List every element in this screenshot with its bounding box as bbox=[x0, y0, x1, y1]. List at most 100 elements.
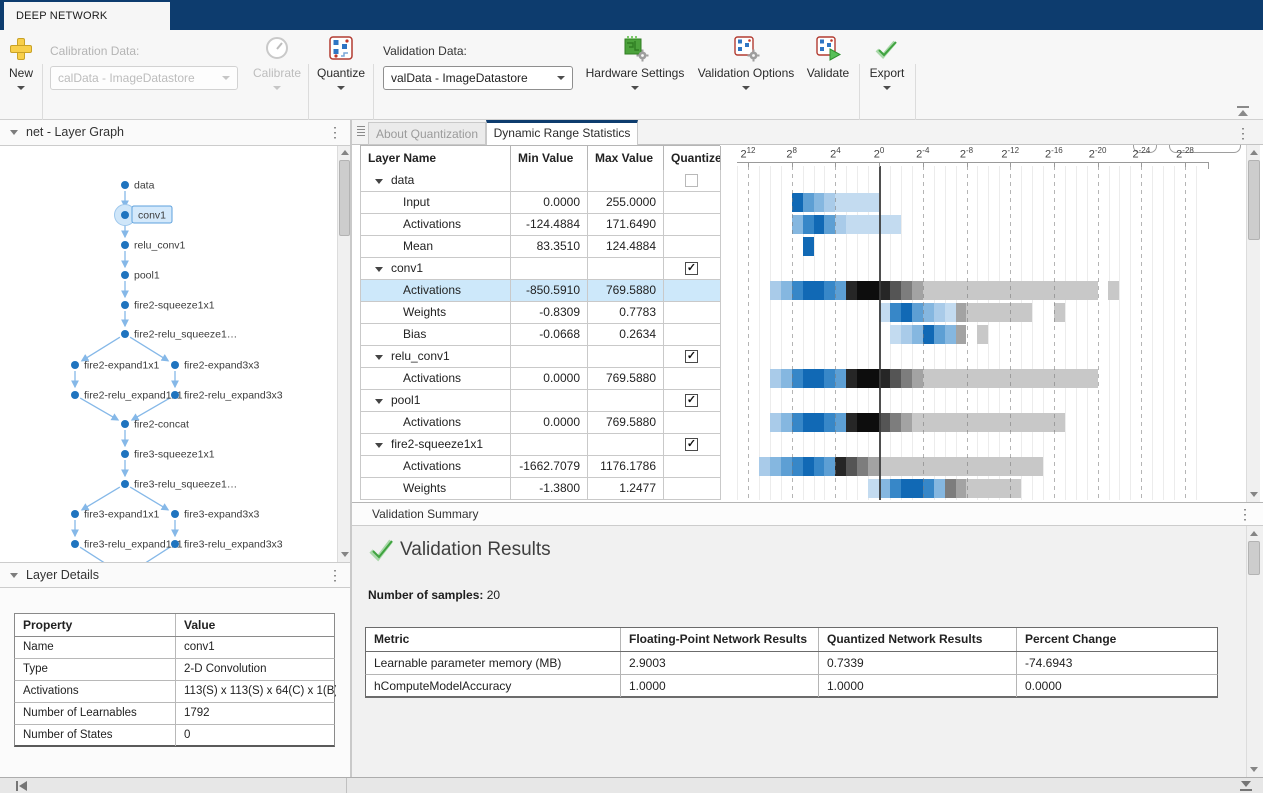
dynamic-range-statistics-panel: Layer NameMin ValueMax ValueQuantizedata… bbox=[352, 145, 1263, 502]
layer-graph-scrollbar[interactable] bbox=[337, 146, 350, 562]
histogram-bar-segment bbox=[857, 281, 868, 300]
calibration-data-combobox[interactable]: calData - ImageDatastore bbox=[50, 66, 238, 90]
tab-deep-network-quantizer[interactable]: DEEP NETWORK QUANTIZER bbox=[4, 2, 170, 30]
scrollbar-thumb[interactable] bbox=[339, 160, 350, 236]
validation-summary-content: Validation Results Number of samples: 20… bbox=[352, 526, 1263, 777]
histogram-bar-segment bbox=[814, 215, 825, 234]
panel-menu-icon[interactable]: ⋮ bbox=[1236, 126, 1250, 140]
validation-options-button[interactable]: Validation Options bbox=[691, 36, 801, 100]
histogram-scrollbar[interactable] bbox=[1246, 145, 1260, 502]
collapse-down-icon[interactable] bbox=[1240, 781, 1252, 791]
validation-results-heading: Validation Results bbox=[400, 539, 551, 561]
histogram-bar-segment bbox=[879, 281, 890, 300]
graph-node-fire2-relu-expand3x3[interactable]: fire2-relu_expand3x3 bbox=[171, 390, 283, 402]
new-button[interactable]: New bbox=[2, 36, 40, 100]
histogram-bar-segment bbox=[824, 457, 835, 476]
chevron-down-icon bbox=[883, 86, 891, 90]
graph-node-fire3-expand1x1[interactable]: fire3-expand1x1 bbox=[71, 509, 159, 521]
validation-header-floating-point-network-results: Floating-Point Network Results bbox=[621, 628, 819, 651]
x-tick bbox=[835, 162, 836, 167]
graph-node-fire2-squeeze1x1[interactable]: fire2-squeeze1x1 bbox=[121, 300, 215, 312]
histogram-bar-segment bbox=[912, 281, 923, 300]
panel-menu-icon[interactable]: ⋮ bbox=[328, 125, 342, 139]
export-button[interactable]: Export bbox=[861, 36, 913, 100]
gridline-minor bbox=[1196, 166, 1197, 500]
graph-node-conv1[interactable]: conv1 bbox=[115, 205, 173, 226]
graph-node-fire2-relu-expand1x1[interactable]: fire2-relu_expand1x1 bbox=[71, 390, 183, 402]
validation-data-value: valData - ImageDatastore bbox=[391, 71, 528, 85]
histogram-bar-segment bbox=[803, 237, 814, 256]
scrollbar-thumb[interactable] bbox=[1248, 541, 1260, 575]
histogram-bar-segment bbox=[1108, 281, 1119, 300]
collapse-panel-icon[interactable] bbox=[10, 130, 18, 135]
layer-graph-svg: data conv1 relu_conv1 pool1 fire2-squeeze1x1… bbox=[0, 146, 337, 562]
validation-data-combobox[interactable]: valData - ImageDatastore bbox=[383, 66, 573, 90]
graph-node-fire3-expand3x3[interactable]: fire3-expand3x3 bbox=[171, 509, 259, 521]
graph-node-relu-conv1[interactable]: relu_conv1 bbox=[121, 240, 186, 252]
histogram-bar-segment bbox=[956, 479, 967, 498]
scroll-down-icon[interactable] bbox=[1250, 767, 1258, 772]
histogram-bar-segment bbox=[835, 193, 879, 212]
details-cell-property: Number of States bbox=[15, 725, 176, 746]
histogram-bar-segment bbox=[759, 457, 770, 476]
histogram-bar-conv1-activations bbox=[770, 281, 1120, 300]
details-cell-property: Type bbox=[15, 659, 176, 680]
graph-node-fire2-concat[interactable]: fire2-concat bbox=[121, 419, 189, 431]
collapse-left-icon[interactable] bbox=[16, 781, 30, 791]
gridline-minor bbox=[1119, 166, 1120, 500]
graph-node-fire3-relu-expand1x1[interactable]: fire3-relu_expand1x1 bbox=[71, 539, 183, 551]
layer-graph-canvas[interactable]: data conv1 relu_conv1 pool1 fire2-squeeze1x1… bbox=[0, 146, 350, 562]
graph-node-fire2-relu-squeeze1-[interactable]: fire2-relu_squeeze1… bbox=[121, 329, 237, 341]
graph-node-label: fire3-squeeze1x1 bbox=[134, 449, 215, 461]
graph-node-fire2-expand1x1[interactable]: fire2-expand1x1 bbox=[71, 360, 159, 372]
tab-about-quantization[interactable]: About Quantization bbox=[368, 122, 486, 145]
layer-graph-panel-header: net - Layer Graph ⋮ bbox=[0, 120, 350, 146]
scroll-up-icon[interactable] bbox=[1250, 150, 1258, 155]
histogram-bar-segment bbox=[901, 303, 912, 322]
x-tick-label: 2-16 bbox=[1038, 146, 1070, 161]
tab-dynamic-range-statistics[interactable]: Dynamic Range Statistics bbox=[486, 120, 638, 145]
graph-node-label: relu_conv1 bbox=[134, 240, 186, 252]
gridline-minor bbox=[737, 166, 738, 500]
validate-button[interactable]: Validate bbox=[801, 36, 855, 100]
histogram-bar-segment bbox=[835, 215, 846, 234]
histogram-bar-segment bbox=[923, 325, 934, 344]
histogram-bar-segment bbox=[792, 281, 803, 300]
graph-node-fire3-squeeze1x1[interactable]: fire3-squeeze1x1 bbox=[121, 449, 215, 461]
gridline-minor bbox=[1109, 166, 1110, 500]
graph-node-fire3-relu-squeeze1-[interactable]: fire3-relu_squeeze1… bbox=[121, 479, 237, 491]
layer-details-table: PropertyValueNameconv1Type2-D Convolutio… bbox=[14, 613, 335, 747]
histogram-bar-segment bbox=[1098, 281, 1109, 300]
calibrate-button[interactable]: Calibrate bbox=[252, 36, 302, 100]
x-tick-label: 2-24 bbox=[1125, 146, 1157, 161]
graph-node-pool1[interactable]: pool1 bbox=[121, 270, 160, 282]
drag-grip-icon[interactable] bbox=[357, 126, 365, 139]
scroll-up-icon[interactable] bbox=[341, 150, 349, 155]
graph-node-data[interactable]: data bbox=[121, 180, 155, 192]
graph-node-fire2-expand3x3[interactable]: fire2-expand3x3 bbox=[171, 360, 259, 372]
plus-icon bbox=[10, 38, 32, 60]
panel-menu-icon[interactable]: ⋮ bbox=[1238, 507, 1252, 521]
histogram-bar-segment bbox=[824, 413, 835, 432]
graph-node-fire3-relu-expand3x3[interactable]: fire3-relu_expand3x3 bbox=[171, 539, 283, 551]
scroll-down-icon[interactable] bbox=[341, 552, 349, 557]
scroll-down-icon[interactable] bbox=[1250, 492, 1258, 497]
graph-node-label: fire2-relu_expand1x1 bbox=[84, 390, 183, 402]
collapse-toolstrip-icon[interactable] bbox=[1236, 106, 1250, 118]
graph-node-label: fire2-expand3x3 bbox=[184, 360, 259, 372]
x-tick-label: 212 bbox=[732, 146, 764, 161]
details-row-type: Type2-D Convolution bbox=[14, 659, 335, 681]
histogram-bar-segment bbox=[890, 479, 901, 498]
quantize-button[interactable]: Quantize bbox=[312, 36, 370, 100]
x-tick-label: 2-4 bbox=[907, 146, 939, 161]
scroll-up-icon[interactable] bbox=[1250, 531, 1258, 536]
hardware-settings-button[interactable]: Hardware Settings bbox=[581, 36, 689, 100]
validation-scrollbar[interactable] bbox=[1246, 526, 1260, 777]
collapse-panel-icon[interactable] bbox=[10, 573, 18, 578]
gridline-major bbox=[748, 166, 749, 500]
calibration-data-label: Calibration Data: bbox=[50, 44, 139, 58]
scrollbar-thumb[interactable] bbox=[1248, 160, 1260, 240]
panel-menu-icon[interactable]: ⋮ bbox=[328, 568, 342, 582]
gridline-minor bbox=[1076, 166, 1077, 500]
calibration-data-value: calData - ImageDatastore bbox=[58, 71, 195, 85]
